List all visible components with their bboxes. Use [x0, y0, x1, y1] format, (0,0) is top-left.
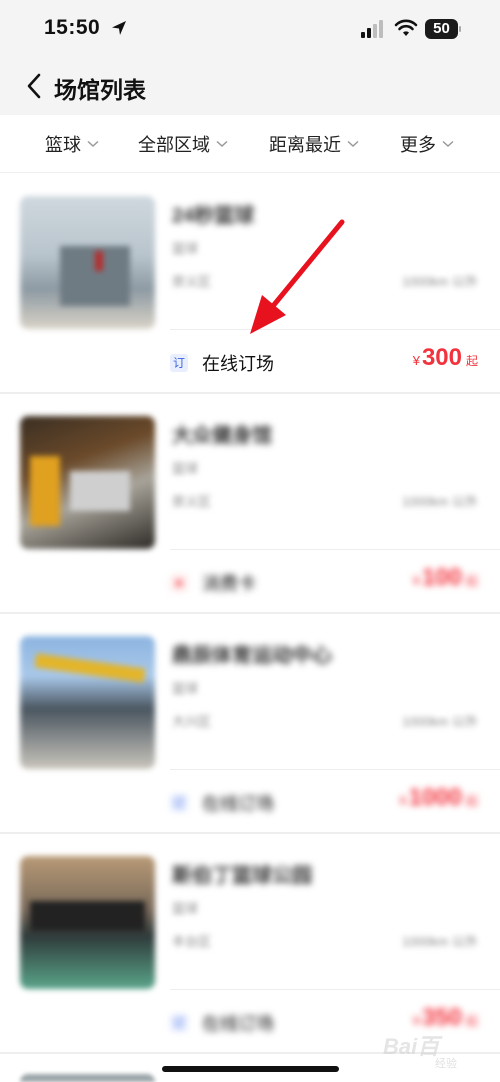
booking-label[interactable]: 在线订场: [202, 350, 274, 376]
chevron-down-icon: [87, 140, 99, 148]
watermark-brand: Bai百: [383, 1034, 440, 1059]
filter-label: 更多: [400, 135, 436, 155]
venue-photo: [20, 196, 155, 329]
status-time: 15:50: [44, 16, 101, 39]
venue-name: 大众健身馆: [172, 425, 272, 447]
venue-name: 斯伯丁篮球公园: [172, 865, 312, 887]
venue-card[interactable]: 大众健身馆 篮球 崇义区 1000km 以外 ★ 消费卡 ¥ 100 起: [0, 394, 500, 614]
venue-card[interactable]: 鼎辰体育运动中心 篮球 大兴区 1000km 以外 订 在线订场 ¥ 1000 …: [0, 614, 500, 834]
venue-price: ¥ 300 起: [413, 344, 478, 372]
home-indicator: [162, 1066, 339, 1072]
nav-bar: 场馆列表: [0, 60, 500, 115]
card-icon: ★: [170, 574, 188, 592]
filter-distance[interactable]: 距离最近: [269, 131, 359, 157]
venue-distance: 1000km 以外: [402, 714, 478, 729]
venue-area: 崇义区: [172, 494, 212, 509]
venue-photo: [20, 636, 155, 769]
venue-price: ¥ 100 起: [413, 564, 478, 592]
chevron-down-icon: [216, 140, 228, 148]
venue-sport: 篮球: [172, 901, 199, 916]
divider: [170, 989, 500, 990]
divider: [170, 769, 500, 770]
battery-level: 50: [433, 20, 450, 37]
booking-tag-icon: 订: [170, 1014, 188, 1032]
venue-area: 崇义区: [172, 274, 212, 289]
wifi-icon: [394, 19, 418, 36]
venue-distance: 1000km 以外: [402, 494, 478, 509]
venue-photo: [20, 416, 155, 549]
venue-card[interactable]: 斯伯丁篮球公园 篮球 丰台区 1000km 以外 订 在线订场 ¥ 350 起: [0, 834, 500, 1054]
filter-bar: 篮球 全部区域 距离最近 更多: [0, 115, 500, 173]
divider: [170, 329, 500, 330]
filter-sport[interactable]: 篮球: [45, 131, 99, 157]
filter-more[interactable]: 更多: [400, 131, 454, 157]
divider: [170, 549, 500, 550]
venue-photo-partial: [20, 1074, 155, 1082]
status-bar: 15:50 50: [0, 0, 500, 60]
venue-distance: 1000km 以外: [402, 274, 478, 289]
filter-label: 篮球: [45, 135, 81, 155]
filter-area[interactable]: 全部区域: [138, 131, 228, 157]
price-suffix: 起: [465, 354, 478, 368]
venue-sport: 篮球: [172, 241, 199, 256]
page-title: 场馆列表: [54, 77, 146, 103]
filter-label: 距离最近: [269, 135, 341, 155]
signal-icon: [361, 20, 383, 38]
booking-tag-icon: 订: [170, 354, 188, 372]
chevron-down-icon: [442, 140, 454, 148]
venue-distance: 1000km 以外: [402, 934, 478, 949]
venue-name: 鼎辰体育运动中心: [172, 645, 332, 667]
chevron-left-icon: [27, 73, 41, 99]
venue-sport: 篮球: [172, 681, 199, 696]
booking-tag-icon: 订: [170, 794, 188, 812]
price-amount: 1000: [408, 784, 462, 811]
venue-area: 大兴区: [172, 714, 212, 729]
price-suffix: 起: [465, 574, 478, 588]
filter-label: 全部区域: [138, 135, 210, 155]
price-currency: ¥: [412, 1013, 420, 1028]
chevron-down-icon: [347, 140, 359, 148]
watermark-logo: Bai百 经验: [383, 1027, 493, 1077]
venue-photo: [20, 856, 155, 989]
price-suffix: 起: [465, 794, 478, 808]
location-arrow-icon: [112, 21, 126, 35]
price-amount: 300: [421, 344, 462, 371]
venue-card[interactable]: 24秒篮球 篮球 崇义区 1000km 以外 订 在线订场 ¥ 300 起: [0, 174, 500, 394]
venue-name: 24秒篮球: [172, 205, 255, 227]
booking-label[interactable]: 消费卡: [202, 570, 256, 596]
battery-icon: 50: [425, 19, 461, 39]
watermark-sub: 经验: [435, 1058, 457, 1070]
venue-area: 丰台区: [172, 934, 212, 949]
price-currency: ¥: [399, 793, 407, 808]
price-currency: ¥: [412, 573, 420, 588]
price-amount: 100: [421, 564, 462, 591]
venue-sport: 篮球: [172, 461, 199, 476]
venue-price: ¥ 1000 起: [399, 784, 478, 812]
back-button[interactable]: [18, 68, 50, 104]
price-currency: ¥: [412, 353, 420, 368]
booking-label[interactable]: 在线订场: [202, 790, 274, 816]
booking-label[interactable]: 在线订场: [202, 1010, 274, 1036]
